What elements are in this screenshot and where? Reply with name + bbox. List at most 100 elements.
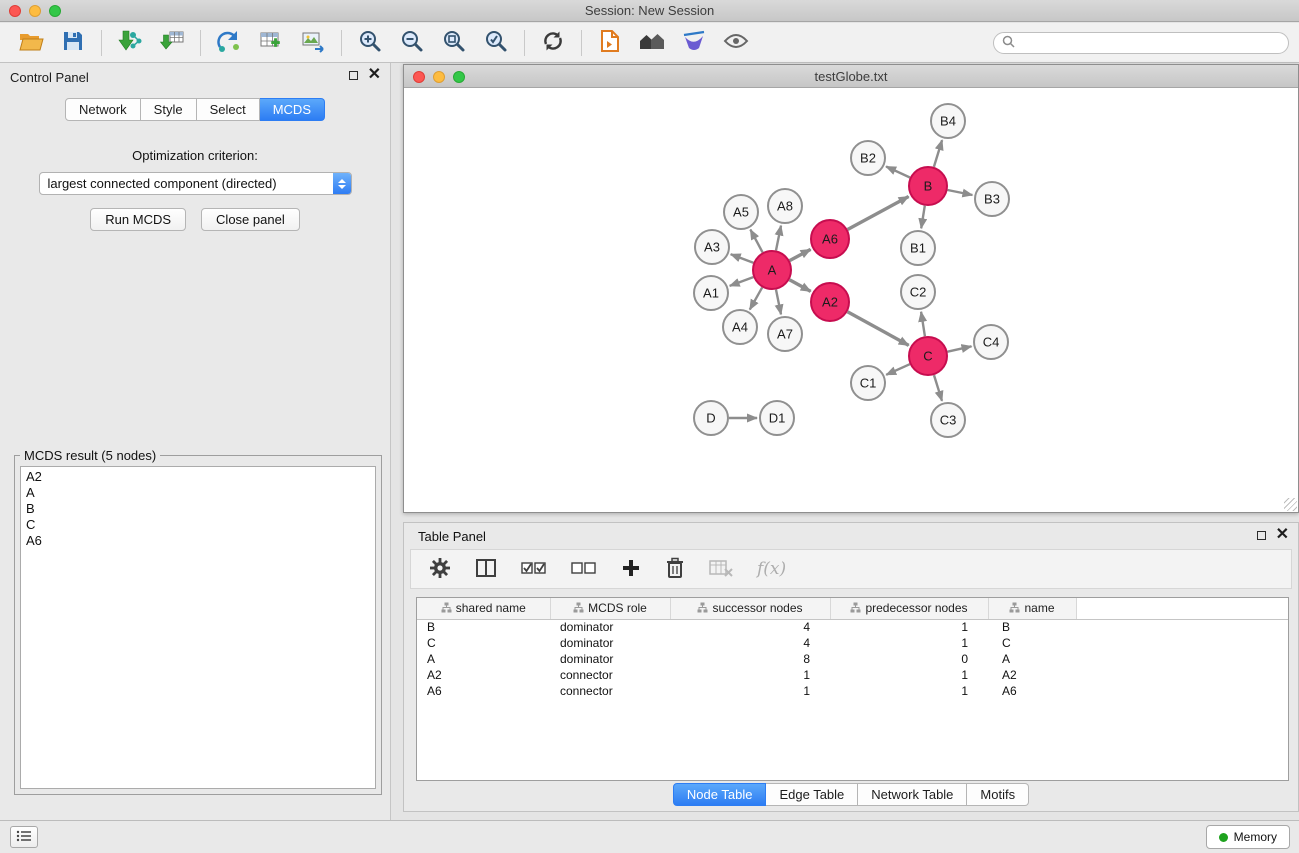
column-header-predecessor-nodes[interactable]: predecessor nodes <box>830 598 988 619</box>
graph-edge-A-A8[interactable] <box>776 226 781 251</box>
table-cell[interactable]: C <box>988 635 1076 651</box>
zoom-out-button[interactable] <box>391 26 433 60</box>
search-box[interactable] <box>993 32 1289 54</box>
select-all-button[interactable] <box>521 553 547 585</box>
graph-edge-C-C2[interactable] <box>921 312 925 336</box>
graph-edge-C-C1[interactable] <box>886 364 910 375</box>
function-builder-button[interactable]: f(x) <box>757 553 786 585</box>
column-header-shared-name[interactable]: shared name <box>417 598 550 619</box>
network-canvas[interactable]: AA1A2A3A4A5A6A7A8BB1B2B3B4CC1C2C3C4DD1 <box>404 88 1298 512</box>
show-details-button[interactable] <box>715 26 757 60</box>
table-cell[interactable]: A6 <box>417 683 550 699</box>
table-row[interactable]: Cdominator41C <box>417 635 1288 651</box>
zoom-selected-button[interactable] <box>475 26 517 60</box>
graph-edge-C-C3[interactable] <box>934 375 942 401</box>
delete-table-button[interactable] <box>709 553 733 585</box>
home-button[interactable] <box>631 26 673 60</box>
graph-edge-A-A1[interactable] <box>730 277 754 286</box>
network-minimize-button[interactable] <box>433 71 445 83</box>
table-cell[interactable]: dominator <box>550 635 670 651</box>
task-history-button[interactable] <box>10 826 38 848</box>
graph-edge-A-A5[interactable] <box>750 230 762 253</box>
graph-edge-B-B1[interactable] <box>921 206 925 229</box>
tab-style[interactable]: Style <box>141 98 197 121</box>
graph-edge-A-A3[interactable] <box>731 254 754 263</box>
table-cell[interactable]: 1 <box>670 667 830 683</box>
column-header-name[interactable]: name <box>988 598 1076 619</box>
table-cell[interactable]: A2 <box>417 667 550 683</box>
memory-button[interactable]: Memory <box>1206 825 1290 849</box>
table-cell[interactable]: 1 <box>670 683 830 699</box>
mcds-result-item[interactable]: B <box>26 501 370 517</box>
add-row-button[interactable] <box>621 553 641 585</box>
graph-edge-C-C4[interactable] <box>948 346 972 351</box>
network-window-titlebar[interactable]: testGlobe.txt <box>404 65 1298 88</box>
table-cell[interactable]: B <box>988 619 1076 635</box>
window-resize-grip[interactable] <box>1284 498 1297 511</box>
tab-network-table[interactable]: Network Table <box>858 783 967 806</box>
column-header-MCDS-role[interactable]: MCDS role <box>550 598 670 619</box>
table-cell[interactable]: A <box>417 651 550 667</box>
export-image-button[interactable] <box>292 26 334 60</box>
table-cell[interactable]: A <box>988 651 1076 667</box>
table-cell[interactable]: 1 <box>830 619 988 635</box>
save-session-button[interactable] <box>52 26 94 60</box>
criterion-dropdown[interactable]: largest connected component (directed) <box>39 172 352 195</box>
graph-edge-B-B3[interactable] <box>948 190 973 195</box>
tab-node-table[interactable]: Node Table <box>673 783 767 806</box>
float-panel-icon[interactable] <box>349 71 358 80</box>
mcds-result-list[interactable]: A2ABCA6 <box>20 466 376 789</box>
table-cell[interactable]: A2 <box>988 667 1076 683</box>
graph-edge-B-B4[interactable] <box>934 140 942 167</box>
table-row[interactable]: A6connector11A6 <box>417 683 1288 699</box>
import-network-button[interactable] <box>109 26 151 60</box>
mcds-result-item[interactable]: C <box>26 517 370 533</box>
table-cell[interactable]: 8 <box>670 651 830 667</box>
close-table-panel-icon[interactable]: ✕ <box>1276 530 1289 540</box>
tab-motifs[interactable]: Motifs <box>967 783 1029 806</box>
graph-edge-A-A6[interactable] <box>790 249 811 260</box>
new-network-button[interactable] <box>208 26 250 60</box>
network-zoom-button[interactable] <box>453 71 465 83</box>
column-header-successor-nodes[interactable]: successor nodes <box>670 598 830 619</box>
table-cell[interactable]: 4 <box>670 635 830 651</box>
table-cell[interactable]: 0 <box>830 651 988 667</box>
mcds-result-item[interactable]: A <box>26 485 370 501</box>
zoom-fit-button[interactable] <box>433 26 475 60</box>
network-close-button[interactable] <box>413 71 425 83</box>
mcds-result-item[interactable]: A6 <box>26 533 370 549</box>
report-button[interactable] <box>589 26 631 60</box>
table-cell[interactable]: B <box>417 619 550 635</box>
graph-edge-A-A7[interactable] <box>776 290 781 315</box>
tab-select[interactable]: Select <box>197 98 260 121</box>
table-cell[interactable]: 1 <box>830 683 988 699</box>
graph-edge-A-A2[interactable] <box>790 280 811 292</box>
show-columns-button[interactable] <box>475 553 497 585</box>
deselect-all-button[interactable] <box>571 553 597 585</box>
zoom-in-button[interactable] <box>349 26 391 60</box>
table-row[interactable]: Adominator80A <box>417 651 1288 667</box>
table-row[interactable]: Bdominator41B <box>417 619 1288 635</box>
new-table-button[interactable] <box>250 26 292 60</box>
tab-network[interactable]: Network <box>65 98 141 121</box>
open-session-button[interactable] <box>10 26 52 60</box>
graph-edge-A2-C[interactable] <box>848 312 909 346</box>
float-table-panel-icon[interactable] <box>1257 531 1266 540</box>
paint-details-button[interactable] <box>673 26 715 60</box>
table-cell[interactable]: C <box>417 635 550 651</box>
graph-edge-A6-B[interactable] <box>848 197 909 230</box>
table-cell[interactable]: 1 <box>830 667 988 683</box>
table-cell[interactable]: 1 <box>830 635 988 651</box>
tab-mcds[interactable]: MCDS <box>260 98 325 121</box>
table-settings-button[interactable] <box>429 553 451 585</box>
close-panel-button[interactable]: Close panel <box>201 208 300 231</box>
table-cell[interactable]: 4 <box>670 619 830 635</box>
graph-edge-A-A4[interactable] <box>750 287 762 309</box>
table-cell[interactable]: A6 <box>988 683 1076 699</box>
table-cell[interactable]: dominator <box>550 651 670 667</box>
close-panel-icon[interactable]: ✕ <box>368 70 381 80</box>
delete-row-button[interactable] <box>665 553 685 585</box>
table-cell[interactable]: connector <box>550 667 670 683</box>
refresh-view-button[interactable] <box>532 26 574 60</box>
table-row[interactable]: A2connector11A2 <box>417 667 1288 683</box>
